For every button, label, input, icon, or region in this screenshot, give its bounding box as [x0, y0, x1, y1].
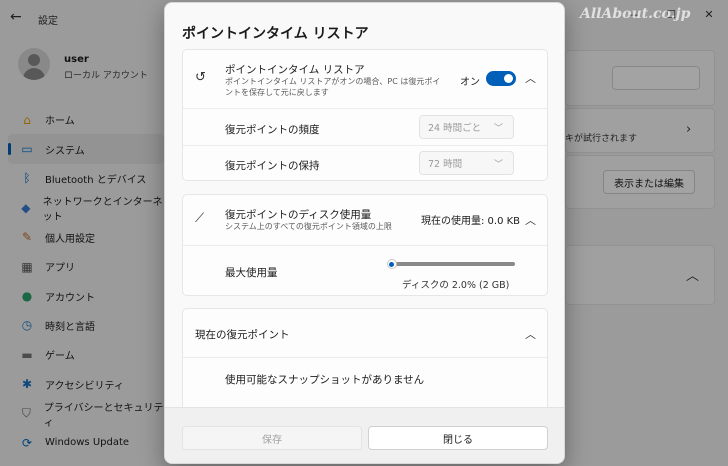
- disk-title: 復元ポイントのディスク使用量: [225, 209, 372, 221]
- current-restore-card: 現在の復元ポイント ︿ 使用可能なスナップショットがありません: [182, 308, 548, 418]
- history-icon: ↺: [195, 70, 206, 85]
- disk-description: システム上のすべての復元ポイント領域の上限: [225, 222, 392, 231]
- chevron-down-icon: ﹀: [493, 160, 503, 170]
- current-title: 現在の復元ポイント: [195, 329, 290, 341]
- frequency-label: 復元ポイントの頻度: [225, 124, 320, 136]
- frequency-value: 24 時間ごと: [428, 123, 482, 134]
- retention-label: 復元ポイントの保持: [225, 160, 320, 172]
- pitr-toggle[interactable]: [486, 71, 516, 86]
- collapse-chevron-icon[interactable]: ︿: [525, 326, 536, 342]
- watermark-logo: AllAbout.co.jp: [580, 6, 691, 22]
- collapse-chevron-icon[interactable]: ︿: [525, 70, 536, 86]
- dialog-footer: 保存 閉じる: [165, 407, 564, 463]
- frequency-dropdown[interactable]: 24 時間ごと ﹀: [419, 115, 514, 139]
- chart-line-icon: ⟋: [195, 211, 205, 226]
- dialog-title: ポイントインタイム リストア: [182, 26, 369, 42]
- slider-thumb[interactable]: [386, 259, 397, 269]
- frequency-row: 復元ポイントの頻度 24 時間ごと ﹀: [183, 108, 547, 145]
- close-button[interactable]: 閉じる: [368, 426, 548, 450]
- slider-caption: ディスクの 2.0% (2 GB): [402, 280, 510, 291]
- collapse-chevron-icon[interactable]: ︿: [525, 212, 536, 228]
- retention-dropdown[interactable]: 72 時間 ﹀: [419, 151, 514, 175]
- max-usage-row: 最大使用量 ディスクの 2.0% (2 GB): [183, 245, 547, 297]
- chevron-down-icon: ﹀: [493, 124, 503, 134]
- save-button[interactable]: 保存: [182, 426, 362, 450]
- pitr-description: ポイントインタイム リストアがオンの場合、PC は復元ポイントを保存して元に戻し…: [225, 77, 441, 97]
- no-snapshot-message: 使用可能なスナップショットがありません: [225, 374, 425, 386]
- retention-value: 72 時間: [428, 159, 463, 170]
- pitr-card: ↺ ポイントインタイム リストア ポイントインタイム リストアがオンの場合、PC…: [182, 49, 548, 181]
- retention-row: 復元ポイントの保持 72 時間 ﹀: [183, 145, 547, 182]
- toggle-state-label: オン: [460, 77, 480, 88]
- pitr-title: ポイントインタイム リストア: [225, 64, 365, 76]
- current-usage: 現在の使用量: 0.0 KB: [421, 216, 521, 227]
- restore-dialog: ポイントインタイム リストア ↺ ポイントインタイム リストア ポイントインタイ…: [164, 2, 565, 464]
- max-usage-label: 最大使用量: [225, 267, 278, 279]
- disk-usage-card: ⟋ 復元ポイントのディスク使用量 システム上のすべての復元ポイント領域の上限 現…: [182, 194, 548, 296]
- max-usage-slider[interactable]: [386, 259, 515, 269]
